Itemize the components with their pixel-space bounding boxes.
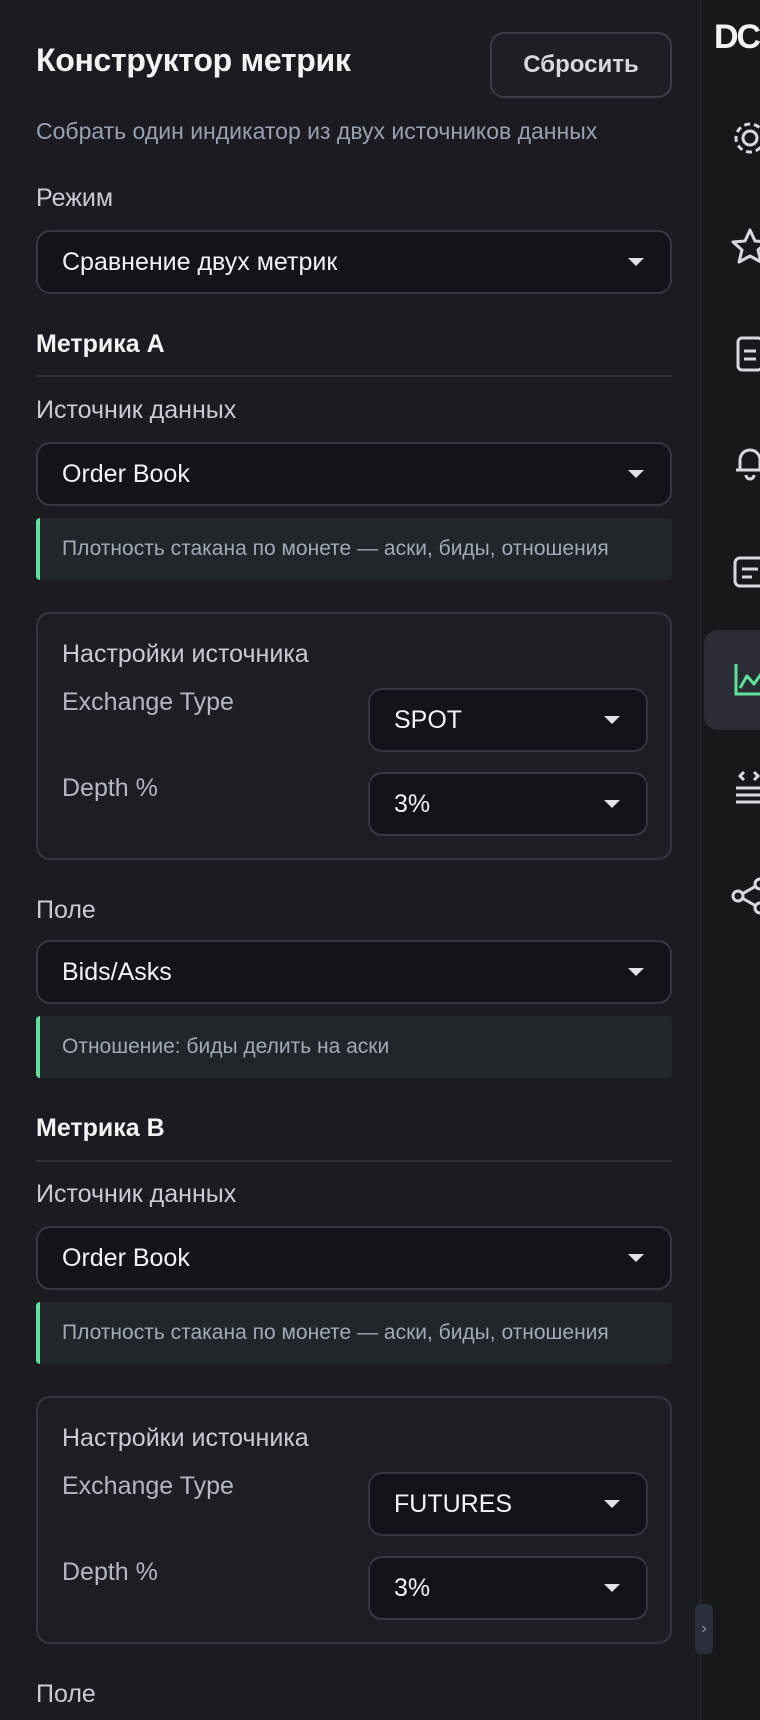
metric-a-depth-label: Depth % [62, 774, 158, 802]
chevron-down-icon [604, 800, 620, 808]
metric-b-exchange-type-select[interactable]: FUTURES [368, 1472, 648, 1536]
reset-button[interactable]: Сбросить [490, 32, 672, 98]
metric-b-source-value: Order Book [62, 1243, 190, 1272]
chevron-down-icon [628, 1254, 644, 1262]
divider [36, 1160, 672, 1162]
metric-b-source-hint: Плотность стакана по монете — аски, биды… [36, 1302, 672, 1364]
metric-a-source-settings: Настройки источника Exchange Type SPOT D… [36, 612, 672, 860]
panel-header: Конструктор метрик Сбросить [36, 32, 672, 98]
chevron-down-icon [628, 470, 644, 478]
metric-b-field-label: Поле [36, 1680, 96, 1708]
metric-a-exchange-type-select[interactable]: SPOT [368, 688, 648, 752]
mode-label: Режим [36, 184, 114, 212]
metric-b-depth-label: Depth % [62, 1558, 158, 1586]
chevron-down-icon [604, 716, 620, 724]
chevron-down-icon [628, 968, 644, 976]
metric-b-depth-value: 3% [394, 1573, 431, 1602]
app-logo: DC [714, 18, 760, 56]
metric-b-source-select[interactable]: Order Book [36, 1226, 672, 1290]
star-icon[interactable] [730, 226, 760, 266]
chart-icon[interactable] [730, 660, 760, 700]
metric-b-title: Метрика B [36, 1114, 165, 1142]
metric-a-field-label: Поле [36, 896, 96, 924]
chevron-down-icon [628, 258, 644, 266]
metric-b-settings-title: Настройки источника [62, 1424, 309, 1452]
metric-a-exchange-type-label: Exchange Type [62, 688, 234, 716]
divider [36, 375, 672, 377]
share-icon[interactable] [730, 876, 760, 916]
code-list-icon[interactable] [730, 768, 760, 808]
metric-a-field-value: Bids/Asks [62, 957, 172, 986]
metric-b-source-label: Источник данных [36, 1180, 237, 1208]
metric-a-settings-title: Настройки источника [62, 640, 309, 668]
gear-icon[interactable] [730, 118, 760, 158]
metric-a-source-hint: Плотность стакана по монете — аски, биды… [36, 518, 672, 580]
mode-select[interactable]: Сравнение двух метрик [36, 230, 672, 294]
metric-b-source-settings: Настройки источника Exchange Type FUTURE… [36, 1396, 672, 1644]
terminal-icon[interactable] [730, 552, 760, 592]
metric-a-exchange-type-value: SPOT [394, 705, 463, 734]
chevron-down-icon [604, 1584, 620, 1592]
metric-a-depth-value: 3% [394, 789, 431, 818]
metric-builder-panel: Конструктор метрик Сбросить Собрать один… [0, 0, 700, 1720]
page-title: Конструктор метрик [36, 42, 351, 78]
metric-a-source-select[interactable]: Order Book [36, 442, 672, 506]
metric-b-depth-select[interactable]: 3% [368, 1556, 648, 1620]
mode-select-value: Сравнение двух метрик [62, 247, 338, 276]
metric-a-field-hint: Отношение: биды делить на аски [36, 1016, 672, 1078]
metric-a-source-value: Order Book [62, 459, 190, 488]
metric-b-exchange-type-label: Exchange Type [62, 1472, 234, 1500]
metric-a-field-select[interactable]: Bids/Asks [36, 940, 672, 1004]
chevron-down-icon [604, 1500, 620, 1508]
metric-b-exchange-type-value: FUTURES [394, 1489, 513, 1518]
metric-a-title: Метрика A [36, 330, 165, 358]
document-icon[interactable] [730, 334, 760, 374]
metric-a-source-label: Источник данных [36, 396, 237, 424]
metric-a-depth-select[interactable]: 3% [368, 772, 648, 836]
bell-icon[interactable] [730, 442, 760, 482]
collapse-panel-button[interactable]: › [695, 1604, 713, 1654]
page-subtitle: Собрать один индикатор из двух источнико… [36, 118, 598, 144]
